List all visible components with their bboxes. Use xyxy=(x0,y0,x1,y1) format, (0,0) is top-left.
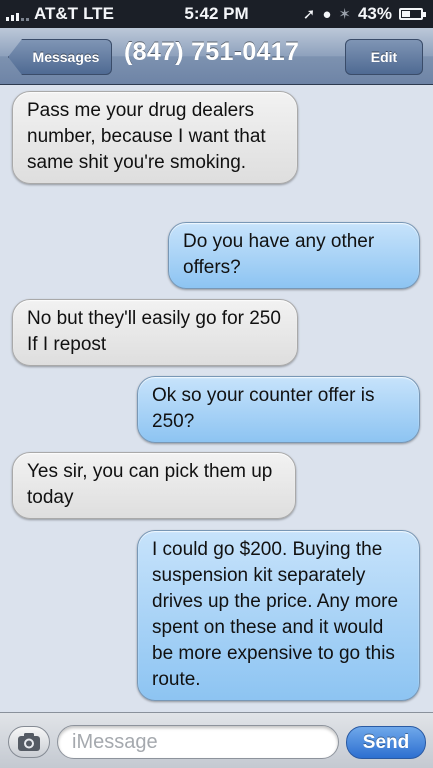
conversation-title: (847) 751-0417 xyxy=(124,38,300,66)
camera-icon xyxy=(18,733,40,751)
bluetooth-icon: ✶ xyxy=(338,6,351,23)
message-input-bar: Send xyxy=(0,712,433,768)
edit-button[interactable]: Edit xyxy=(345,39,423,75)
rotation-lock-icon: ● xyxy=(322,5,332,23)
message-bubble-incoming[interactable]: No but they'll easily go for 250 If I re… xyxy=(12,299,298,366)
location-arrow-icon: ➚ xyxy=(302,6,316,23)
message-bubble-outgoing[interactable]: Do you have any other offers? xyxy=(168,222,420,289)
message-bubble-incoming[interactable]: Pass me your drug dealers number, becaus… xyxy=(12,91,298,184)
status-bar: AT&T LTE 5:42 PM ➚ ● ✶ 43% xyxy=(0,0,433,28)
imessage-input[interactable] xyxy=(57,725,339,759)
navigation-bar: Messages (847) 751-0417 Edit xyxy=(0,28,433,85)
battery-icon xyxy=(399,8,426,20)
send-button[interactable]: Send xyxy=(346,726,426,759)
message-bubble-outgoing[interactable]: I could go $200. Buying the suspension k… xyxy=(137,530,420,701)
camera-button[interactable] xyxy=(8,726,50,758)
message-bubble-incoming[interactable]: Yes sir, you can pick them up today xyxy=(12,452,296,519)
status-right: ➚ ● ✶ 43% xyxy=(302,4,426,24)
battery-percent: 43% xyxy=(357,4,392,23)
back-to-messages-button[interactable]: Messages xyxy=(8,39,112,75)
message-bubble-outgoing[interactable]: Ok so your counter offer is 250? xyxy=(137,376,420,443)
message-thread[interactable]: Pass me your drug dealers number, becaus… xyxy=(0,86,433,712)
